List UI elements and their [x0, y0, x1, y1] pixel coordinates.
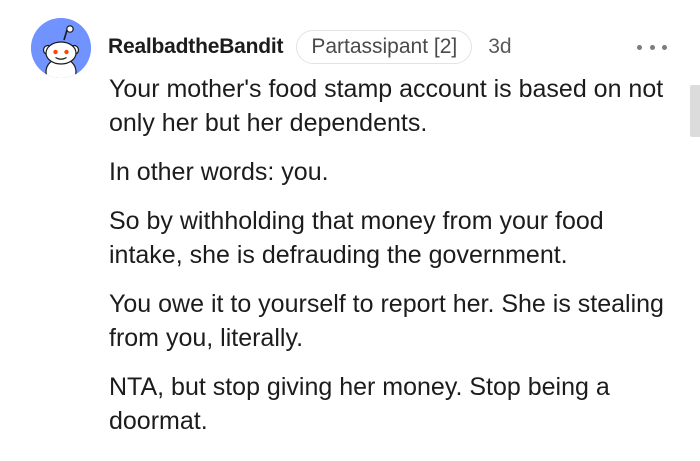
comment-paragraph: So by withholding that money from your f… [109, 207, 604, 269]
comment-header: RealbadtheBandit Partassipant [2] 3d [108, 29, 512, 65]
comment-paragraph: In other words: you. [109, 158, 329, 186]
comment-paragraph: You owe it to yourself to report her. Sh… [109, 290, 664, 352]
comment-paragraph: Your mother's food stamp account is base… [109, 75, 664, 137]
timestamp: 3d [488, 35, 512, 58]
avatar[interactable] [31, 18, 91, 78]
comment: RealbadtheBandit Partassipant [2] 3d You… [0, 0, 700, 461]
username[interactable]: RealbadtheBandit [108, 35, 284, 59]
scrollbar[interactable] [690, 85, 700, 137]
snoo-avatar-icon [31, 18, 91, 78]
user-flair: Partassipant [2] [296, 30, 473, 64]
more-options-icon[interactable] [637, 40, 667, 54]
comment-body: Your mother's food stamp account is base… [109, 72, 679, 453]
more-dot [649, 44, 655, 50]
comment-paragraph: NTA, but stop giving her money. Stop bei… [109, 373, 610, 435]
more-dot [637, 44, 642, 50]
more-dot [662, 44, 667, 50]
